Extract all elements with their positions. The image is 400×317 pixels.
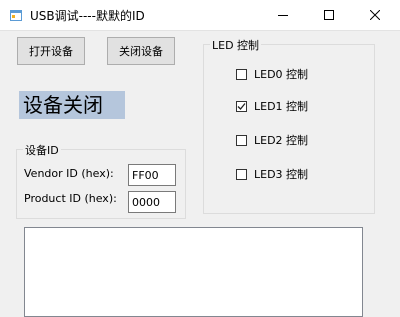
led1-label: LED1 控制 (254, 100, 309, 113)
app-icon (10, 10, 22, 21)
checkmark-icon (237, 102, 246, 110)
led3-label: LED3 控制 (254, 168, 309, 181)
product-id-input[interactable] (128, 191, 176, 213)
checkbox-box[interactable] (236, 68, 247, 80)
led2-checkbox[interactable]: LED2 控制 (236, 132, 308, 148)
checkbox-box[interactable] (236, 168, 247, 180)
led3-checkbox[interactable]: LED3 控制 (236, 166, 308, 182)
led-control-group: LED 控制 LED0 控制 LED1 控制 LED2 控制 LED3 控制 (203, 37, 375, 214)
device-status-label: 设备关闭 (19, 91, 125, 119)
device-group-title: 设备ID (23, 142, 61, 158)
led0-checkbox[interactable]: LED0 控制 (236, 66, 308, 82)
maximize-icon (324, 10, 334, 20)
led1-checkbox[interactable]: LED1 控制 (236, 98, 308, 114)
vendor-id-label: Vendor ID (hex): (24, 167, 114, 180)
led0-label: LED0 控制 (254, 68, 309, 81)
minimize-button[interactable] (260, 0, 306, 30)
output-textbox[interactable] (24, 227, 363, 317)
window-title: USB调试----默默的ID (30, 9, 145, 23)
close-window-button[interactable] (352, 0, 398, 30)
open-device-button[interactable]: 打开设备 (17, 37, 85, 65)
product-id-label: Product ID (hex): (24, 192, 117, 205)
vendor-id-input[interactable] (128, 164, 176, 186)
checkbox-box[interactable] (236, 134, 247, 146)
close-icon (370, 10, 380, 20)
title-bar: USB调试----默默的ID (0, 0, 400, 31)
maximize-button[interactable] (306, 0, 352, 30)
minimize-icon (278, 15, 288, 16)
checkbox-box[interactable] (236, 100, 247, 112)
led2-label: LED2 控制 (254, 134, 309, 147)
led-group-title: LED 控制 (210, 37, 262, 53)
close-device-button[interactable]: 关闭设备 (107, 37, 175, 65)
